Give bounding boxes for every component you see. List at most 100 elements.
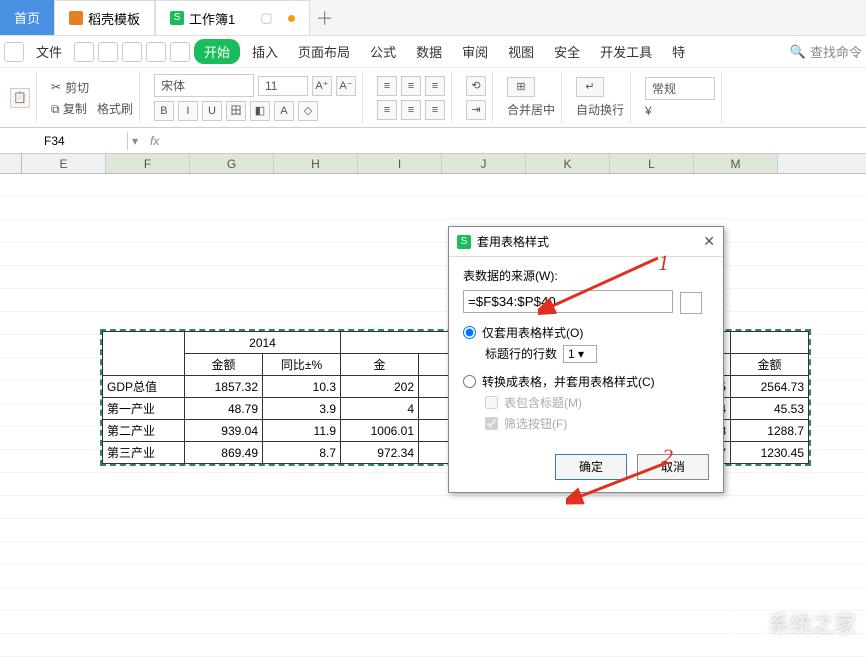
checkbox-input	[485, 396, 498, 409]
col-K[interactable]: K	[526, 154, 610, 173]
save-icon[interactable]	[74, 42, 94, 62]
col-E[interactable]: E	[22, 154, 106, 173]
flame-icon	[69, 11, 83, 25]
align-top-icon[interactable]: ≡	[377, 76, 397, 96]
tab-workbook[interactable]: S 工作簿1 ▢	[155, 0, 310, 35]
dec-font-icon[interactable]: A⁻	[336, 76, 356, 96]
align-right-icon[interactable]: ≡	[425, 100, 445, 120]
search-placeholder: 查找命令	[810, 42, 862, 61]
header-rows-select[interactable]: 1 ▾	[563, 345, 597, 363]
menu-file[interactable]: 文件	[28, 38, 70, 65]
command-search[interactable]: 🔍 查找命令	[790, 42, 862, 61]
source-input[interactable]	[463, 290, 673, 313]
underline-button[interactable]: U	[202, 101, 222, 121]
unsaved-dot-icon	[288, 15, 295, 22]
col-G[interactable]: G	[190, 154, 274, 173]
copy-button[interactable]: ⧉ 复制	[51, 100, 87, 117]
wrap-label[interactable]: 自动换行	[576, 101, 624, 118]
merge-icon[interactable]: ⊞	[507, 77, 535, 97]
document-tabs: 首页 稻壳模板 S 工作簿1 ▢ ＋	[0, 0, 866, 36]
radio-input[interactable]	[463, 375, 476, 388]
col-F[interactable]: F	[106, 154, 190, 173]
spreadsheet: E F G H I J K L M 2014 2 业 增值 金额 同比±%	[0, 154, 866, 664]
redo-icon[interactable]	[170, 42, 190, 62]
wrap-icon[interactable]: ↵	[576, 77, 604, 97]
align-left-icon[interactable]: ≡	[377, 100, 397, 120]
radio-input[interactable]	[463, 326, 476, 339]
align-mid-icon[interactable]: ≡	[401, 76, 421, 96]
dropdown-icon[interactable]: ▾	[128, 134, 142, 148]
indent-icon[interactable]: ⇥	[466, 100, 486, 120]
orient-icon[interactable]: ⟲	[466, 76, 486, 96]
border-button[interactable]: 田	[226, 101, 246, 121]
col-L[interactable]: L	[610, 154, 694, 173]
tab-templates[interactable]: 稻壳模板	[54, 0, 155, 35]
spreadsheet-icon: S	[170, 11, 184, 25]
number-format-select[interactable]: 常规	[645, 77, 715, 100]
inc-font-icon[interactable]: A⁺	[312, 76, 332, 96]
font-select[interactable]: 宋体	[154, 74, 254, 97]
name-box-bar: F34 ▾ fx	[0, 128, 866, 154]
menu-security[interactable]: 安全	[546, 38, 588, 65]
menu-more[interactable]: 特	[664, 38, 693, 65]
chk-filter: 筛选按钮(F)	[485, 415, 709, 432]
font-size-select[interactable]: 11	[258, 76, 308, 96]
italic-button[interactable]: I	[178, 101, 198, 121]
col-M[interactable]: M	[694, 154, 778, 173]
scissors-icon: ✂	[51, 80, 61, 94]
menu-formula[interactable]: 公式	[362, 38, 404, 65]
col-J[interactable]: J	[442, 154, 526, 173]
preview-icon[interactable]	[122, 42, 142, 62]
menu-insert[interactable]: 插入	[244, 38, 286, 65]
paste-icon[interactable]: 📋	[10, 88, 30, 108]
bold-button[interactable]: B	[154, 101, 174, 121]
ribbon: 📋 ✂剪切 ⧉ 复制 格式刷 宋体 11 A⁺ A⁻ B I U 田 ◧ A ◇…	[0, 68, 866, 128]
currency-button[interactable]: ¥	[645, 104, 652, 118]
chk-headers: 表包含标题(M)	[485, 394, 709, 411]
radio-convert-table[interactable]: 转换成表格，并套用表格样式(C)	[463, 373, 709, 390]
annotation-number-1: 1	[658, 250, 669, 276]
tab-label: 稻壳模板	[88, 9, 140, 28]
menu-view[interactable]: 视图	[500, 38, 542, 65]
font-color-button[interactable]: A	[274, 101, 294, 121]
menu-layout[interactable]: 页面布局	[290, 38, 358, 65]
align-center-icon[interactable]: ≡	[401, 100, 421, 120]
cancel-button[interactable]: 取消	[637, 454, 709, 480]
menu-data[interactable]: 数据	[408, 38, 450, 65]
range-picker-icon[interactable]	[680, 292, 702, 314]
cut-button[interactable]: ✂剪切	[51, 79, 133, 96]
search-icon: 🔍	[790, 44, 806, 60]
source-label: 表数据的来源(W):	[463, 267, 709, 284]
col-I[interactable]: I	[358, 154, 442, 173]
format-painter-button[interactable]: 格式刷	[97, 100, 133, 117]
col-H[interactable]: H	[274, 154, 358, 173]
merge-label[interactable]: 合并居中	[507, 101, 555, 118]
menu-review[interactable]: 审阅	[454, 38, 496, 65]
fx-icon[interactable]: fx	[142, 134, 167, 148]
menu-bar: 文件 开始 插入 页面布局 公式 数据 审阅 视图 安全 开发工具 特 🔍 查找…	[0, 36, 866, 68]
menu-start[interactable]: 开始	[194, 39, 240, 64]
tab-label: 工作簿1	[189, 9, 235, 28]
hdr-year: 2014	[185, 332, 341, 354]
name-box[interactable]: F34	[38, 132, 128, 150]
fill-color-button[interactable]: ◧	[250, 101, 270, 121]
ok-button[interactable]: 确定	[555, 454, 627, 480]
menu-icon[interactable]	[4, 42, 24, 62]
dialog-title: 套用表格样式	[477, 233, 549, 250]
checkbox-input	[485, 417, 498, 430]
grid[interactable]: 2014 2 业 增值 金额 同比±% 金 同比±% 金额 GDP总值 1857…	[0, 174, 866, 664]
undo-icon[interactable]	[146, 42, 166, 62]
tab-home[interactable]: 首页	[0, 0, 54, 35]
copy-icon: ⧉	[51, 102, 60, 116]
watermark: 系统之家	[732, 607, 856, 639]
align-bot-icon[interactable]: ≡	[425, 76, 445, 96]
superscript-button[interactable]: ◇	[298, 101, 318, 121]
apply-table-style-dialog: S 套用表格样式 ✕ 表数据的来源(W): 仅套用表格样式(O) 标题行的行数 …	[448, 226, 724, 493]
hdr-amt2: 金	[341, 354, 419, 376]
new-tab-button[interactable]: ＋	[310, 5, 340, 31]
close-button[interactable]: ✕	[703, 233, 715, 250]
menu-dev[interactable]: 开发工具	[592, 38, 660, 65]
radio-style-only[interactable]: 仅套用表格样式(O)	[463, 324, 709, 341]
window-icon: ▢	[260, 10, 272, 26]
print-icon[interactable]	[98, 42, 118, 62]
